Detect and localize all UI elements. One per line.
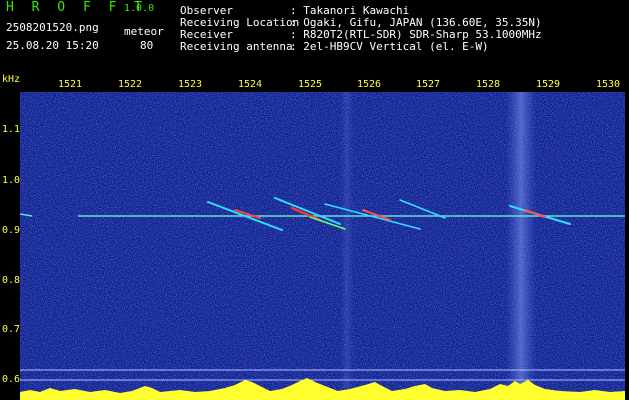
x-tick: 1521 — [58, 79, 83, 90]
x-tick: 1523 — [178, 79, 203, 90]
interference-band — [506, 92, 536, 400]
unit-label: kHz — [2, 74, 21, 85]
x-tick: 1525 — [298, 79, 323, 90]
y-tick: 0.8 — [2, 275, 21, 286]
mode-label: meteor — [124, 25, 164, 38]
x-tick: 1526 — [357, 79, 382, 90]
x-tick: 1524 — [238, 79, 263, 90]
x-tick: 1522 — [118, 79, 143, 90]
spectrogram-panel — [20, 92, 625, 400]
antenna-value: : 2el-HB9CV Vertical (el. E-W) — [290, 40, 489, 53]
interference-band-faint — [340, 92, 354, 400]
antenna-label: Receiving antenna — [180, 40, 293, 53]
x-tick: 1527 — [416, 79, 441, 90]
y-tick: 0.7 — [2, 324, 21, 335]
y-tick: 0.6 — [2, 374, 21, 385]
y-tick: 1.0 — [2, 175, 21, 186]
header-panel: H R O F F T 1.0.0 2508201520.png meteor … — [0, 0, 629, 72]
x-tick: 1528 — [476, 79, 501, 90]
x-tick: 1529 — [536, 79, 561, 90]
version-label: 1.0.0 — [124, 3, 155, 14]
filename-label: 2508201520.png — [6, 21, 99, 34]
y-tick: 0.9 — [2, 225, 21, 236]
datetime-label: 25.08.20 15:20 — [6, 39, 99, 52]
x-tick: 1530 — [596, 79, 621, 90]
y-tick: 1.1 — [2, 124, 21, 135]
count-label: 80 — [140, 39, 154, 52]
